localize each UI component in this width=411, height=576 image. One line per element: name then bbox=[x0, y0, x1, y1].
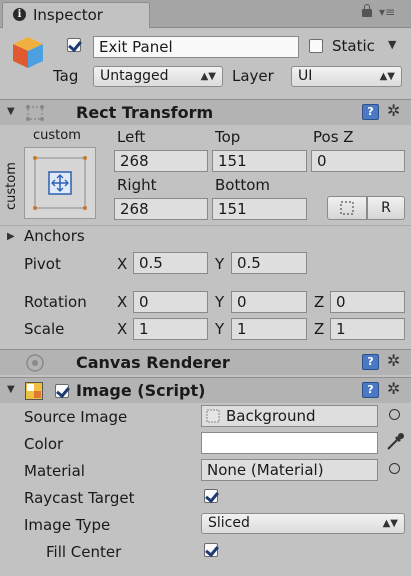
static-checkbox[interactable] bbox=[309, 39, 323, 53]
rotation-label: Rotation bbox=[24, 293, 87, 311]
rotation-x-axis-label: X bbox=[117, 293, 128, 311]
foldout-closed-icon[interactable]: ▶ bbox=[7, 231, 15, 242]
raycast-target-label: Raycast Target bbox=[24, 489, 135, 507]
canvas-renderer-title: Canvas Renderer bbox=[76, 353, 230, 372]
pivot-label: Pivot bbox=[24, 255, 61, 273]
raw-edit-button[interactable]: R bbox=[367, 196, 405, 220]
rotation-y-field[interactable]: 0 bbox=[231, 291, 307, 313]
eyedropper-icon[interactable] bbox=[384, 431, 406, 453]
blueprint-icon bbox=[340, 201, 354, 215]
tab-inspector-label: Inspector bbox=[33, 6, 103, 24]
scale-x-axis-label: X bbox=[117, 320, 128, 338]
layer-value: UI bbox=[298, 68, 313, 84]
color-swatch[interactable] bbox=[201, 432, 378, 454]
scale-label: Scale bbox=[24, 320, 65, 338]
canvas-renderer-icon bbox=[26, 354, 44, 372]
bottom-field[interactable]: 151 bbox=[212, 198, 307, 220]
scale-z-field[interactable]: 1 bbox=[330, 318, 405, 340]
pivot-y-axis-label: Y bbox=[215, 255, 225, 273]
source-image-value: Background bbox=[226, 407, 316, 425]
help-book-icon[interactable]: ? bbox=[362, 354, 379, 370]
posz-label: Pos Z bbox=[313, 128, 354, 146]
fill-center-checkbox[interactable] bbox=[204, 543, 218, 557]
image-type-value: Sliced bbox=[208, 515, 250, 531]
scale-z-axis-label: Z bbox=[314, 320, 325, 338]
help-book-icon[interactable]: ? bbox=[362, 382, 379, 398]
static-dropdown-arrow[interactable]: ▼ bbox=[388, 38, 396, 51]
image-script-title: Image (Script) bbox=[76, 381, 206, 400]
gear-icon[interactable]: ✲ bbox=[387, 101, 400, 120]
fill-center-label: Fill Center bbox=[46, 543, 122, 561]
top-field[interactable]: 151 bbox=[212, 150, 307, 172]
lock-icon[interactable] bbox=[362, 4, 372, 17]
color-label: Color bbox=[24, 435, 64, 453]
left-label: Left bbox=[117, 128, 146, 146]
material-field[interactable]: None (Material) bbox=[201, 459, 378, 481]
object-name-field[interactable]: Exit Panel bbox=[93, 36, 299, 58]
foldout-open-icon[interactable]: ▼ bbox=[7, 106, 15, 117]
right-field[interactable]: 268 bbox=[114, 198, 208, 220]
layer-dropdown[interactable]: UI ▲▼ bbox=[291, 66, 402, 87]
anchor-stretch-icon bbox=[33, 156, 87, 210]
sprite-icon bbox=[206, 409, 220, 423]
tag-value: Untagged bbox=[100, 68, 169, 84]
scale-x-field[interactable]: 1 bbox=[133, 318, 208, 340]
divider bbox=[0, 225, 411, 226]
anchor-preset-side-label: custom bbox=[4, 162, 19, 210]
gear-icon[interactable]: ✲ bbox=[387, 379, 400, 398]
anchors-foldout-label[interactable]: Anchors bbox=[24, 227, 85, 245]
right-label: Right bbox=[117, 176, 157, 194]
image-type-label: Image Type bbox=[24, 516, 111, 534]
material-label: Material bbox=[24, 462, 85, 480]
rotation-x-field[interactable]: 0 bbox=[133, 291, 208, 313]
left-field[interactable]: 268 bbox=[114, 150, 208, 172]
layer-label: Layer bbox=[232, 67, 274, 85]
foldout-open-icon[interactable]: ▼ bbox=[7, 384, 15, 395]
rotation-z-axis-label: Z bbox=[314, 293, 325, 311]
static-label: Static bbox=[332, 37, 375, 55]
image-type-dropdown[interactable]: Sliced ▲▼ bbox=[201, 513, 405, 534]
pivot-x-field[interactable]: 0.5 bbox=[133, 252, 208, 274]
help-book-icon[interactable]: ? bbox=[362, 104, 379, 120]
tab-menu-icon[interactable]: ▾≡ bbox=[379, 5, 395, 19]
scale-y-field[interactable]: 1 bbox=[231, 318, 307, 340]
rotation-y-axis-label: Y bbox=[215, 293, 225, 311]
chevron-updown-icon: ▲▼ bbox=[200, 71, 216, 82]
image-component-icon bbox=[25, 382, 43, 400]
tag-label: Tag bbox=[53, 67, 79, 85]
image-enabled-checkbox[interactable] bbox=[55, 384, 69, 398]
top-label: Top bbox=[215, 128, 241, 146]
bottom-label: Bottom bbox=[215, 176, 271, 194]
blueprint-mode-button[interactable] bbox=[327, 196, 367, 220]
image-script-header[interactable]: ▼ Image (Script) ? ✲ bbox=[0, 377, 411, 403]
info-icon: i bbox=[13, 8, 26, 21]
chevron-updown-icon: ▲▼ bbox=[379, 71, 395, 82]
source-image-label: Source Image bbox=[24, 408, 128, 426]
rect-transform-icon bbox=[26, 105, 44, 121]
posz-field[interactable]: 0 bbox=[311, 150, 405, 172]
canvas-renderer-header[interactable]: Canvas Renderer ? ✲ bbox=[0, 349, 411, 375]
chevron-updown-icon: ▲▼ bbox=[382, 518, 398, 529]
object-picker-icon[interactable] bbox=[389, 463, 400, 474]
anchor-preset-top-label: custom bbox=[33, 128, 81, 143]
rect-transform-title: Rect Transform bbox=[76, 103, 214, 122]
pivot-x-axis-label: X bbox=[117, 255, 128, 273]
tab-inspector[interactable]: i Inspector bbox=[2, 2, 150, 28]
gear-icon[interactable]: ✲ bbox=[387, 351, 400, 370]
scale-y-axis-label: Y bbox=[215, 320, 225, 338]
tag-dropdown[interactable]: Untagged ▲▼ bbox=[93, 66, 223, 87]
pivot-y-field[interactable]: 0.5 bbox=[231, 252, 307, 274]
gameobject-cube-icon bbox=[13, 37, 43, 68]
active-checkbox[interactable] bbox=[67, 38, 81, 52]
rect-transform-header[interactable]: ▼ Rect Transform ? ✲ bbox=[0, 99, 411, 125]
rotation-z-field[interactable]: 0 bbox=[330, 291, 405, 313]
anchor-presets-button[interactable] bbox=[24, 147, 96, 219]
source-image-field[interactable]: Background bbox=[201, 405, 378, 427]
object-picker-icon[interactable] bbox=[389, 409, 400, 420]
raycast-target-checkbox[interactable] bbox=[204, 489, 218, 503]
